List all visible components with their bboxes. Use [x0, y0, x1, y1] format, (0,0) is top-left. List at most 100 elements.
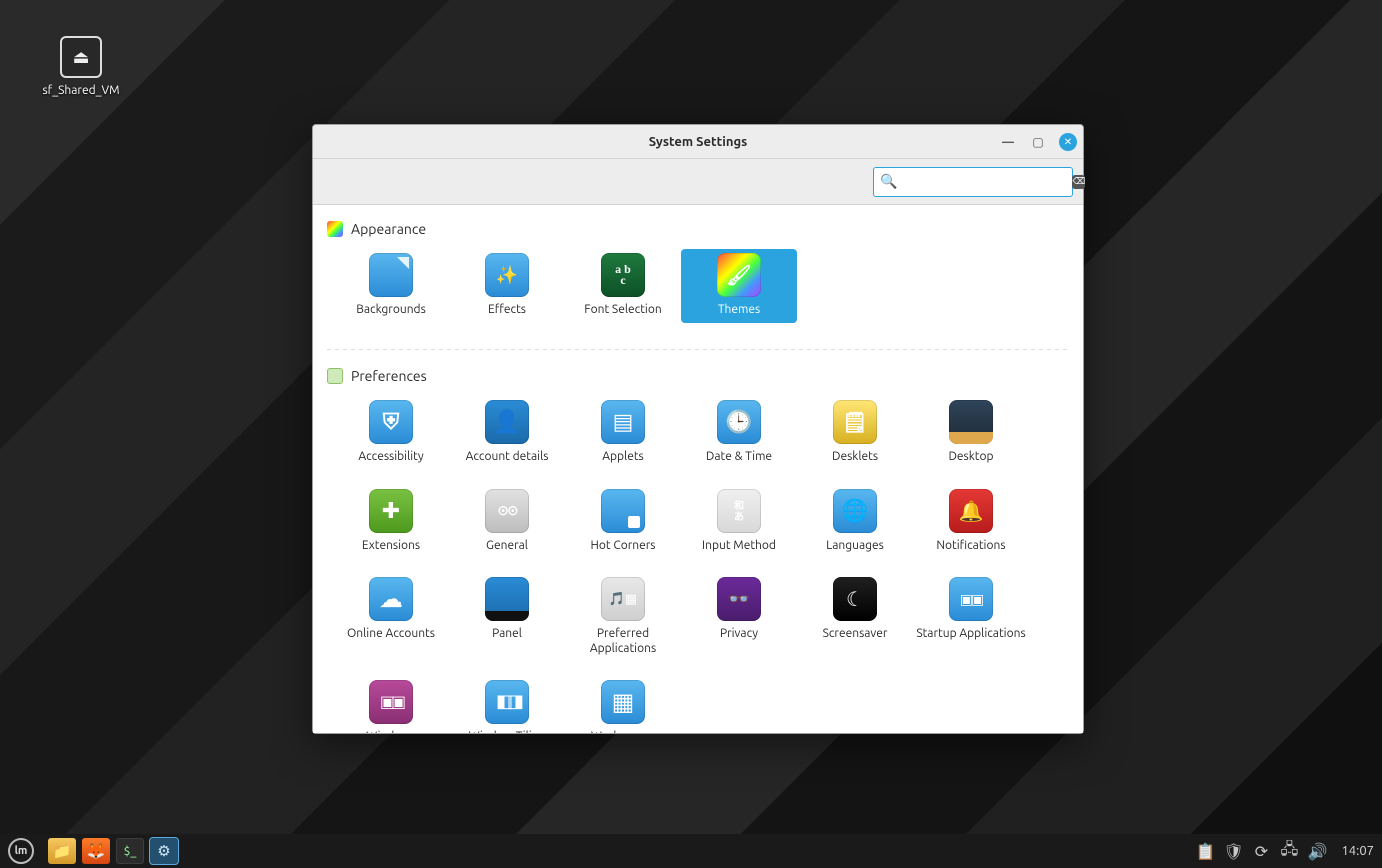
item-label: Notifications [915, 539, 1027, 553]
item-panel[interactable]: Panel [449, 573, 565, 662]
item-accessibility[interactable]: Accessibility [333, 396, 449, 470]
input-method-icon [717, 489, 761, 533]
item-label: Desktop [915, 450, 1027, 464]
item-label: Startup Applications [915, 627, 1027, 641]
item-label: Backgrounds [335, 303, 447, 317]
backgrounds-icon [369, 253, 413, 297]
item-font-selection[interactable]: Font Selection [565, 249, 681, 323]
window-tiling-icon [485, 680, 529, 724]
general-icon [485, 489, 529, 533]
item-label: Window Tiling [451, 730, 563, 733]
windows-icon [369, 680, 413, 724]
extensions-icon [369, 489, 413, 533]
window-close-button[interactable] [1059, 133, 1077, 151]
preferred-apps-icon [601, 577, 645, 621]
section-divider [327, 349, 1069, 350]
item-label: Font Selection [567, 303, 679, 317]
item-label: Effects [451, 303, 563, 317]
applets-icon [601, 400, 645, 444]
window-titlebar[interactable]: System Settings [313, 125, 1083, 159]
desktop-icon-label: sf_Shared_VM [38, 84, 124, 97]
item-label: Windows [335, 730, 447, 733]
notifications-icon [949, 489, 993, 533]
tray-updates-icon[interactable]: ⟳ [1253, 843, 1269, 859]
effects-icon [485, 253, 529, 297]
item-desktop[interactable]: Desktop [913, 396, 1029, 470]
item-window-tiling[interactable]: Window Tiling [449, 676, 565, 733]
taskbar: lm 📁 🦊 $_ ⚙ 📋 🛡 ⟳ 🖧 🔊 14:07 [0, 834, 1382, 868]
themes-icon [717, 253, 761, 297]
tray-network-icon[interactable]: 🖧 [1281, 843, 1297, 859]
item-label: Workspaces [567, 730, 679, 733]
item-languages[interactable]: Languages [797, 485, 913, 559]
item-account-details[interactable]: Account details [449, 396, 565, 470]
item-label: Online Accounts [335, 627, 447, 641]
item-workspaces[interactable]: Workspaces [565, 676, 681, 733]
panel-icon [485, 577, 529, 621]
item-preferred-applications[interactable]: Preferred Applications [565, 573, 681, 662]
item-desklets[interactable]: Desklets [797, 396, 913, 470]
item-extensions[interactable]: Extensions [333, 485, 449, 559]
item-label: Privacy [683, 627, 795, 641]
taskbar-clock[interactable]: 14:07 [1341, 844, 1374, 858]
search-input[interactable] [901, 175, 1072, 189]
item-label: Applets [567, 450, 679, 464]
item-input-method[interactable]: Input Method [681, 485, 797, 559]
item-label: Input Method [683, 539, 795, 553]
item-screensaver[interactable]: Screensaver [797, 573, 913, 662]
item-hot-corners[interactable]: Hot Corners [565, 485, 681, 559]
font-selection-icon [601, 253, 645, 297]
window-minimize-button[interactable] [999, 133, 1017, 151]
item-label: Preferred Applications [567, 627, 679, 656]
section-header-appearance: Appearance [313, 209, 1083, 243]
item-label: Desklets [799, 450, 911, 464]
tray-clipboard-icon[interactable]: 📋 [1197, 843, 1213, 859]
settings-content: Appearance Backgrounds Effects Font Sele… [313, 205, 1083, 733]
item-label: Languages [799, 539, 911, 553]
item-label: Accessibility [335, 450, 447, 464]
item-windows[interactable]: Windows [333, 676, 449, 733]
item-effects[interactable]: Effects [449, 249, 565, 323]
item-backgrounds[interactable]: Backgrounds [333, 249, 449, 323]
online-accounts-icon [369, 577, 413, 621]
account-icon [485, 400, 529, 444]
window-title: System Settings [649, 135, 748, 149]
item-date-time[interactable]: Date & Time [681, 396, 797, 470]
item-label: Screensaver [799, 627, 911, 641]
taskbar-files-icon[interactable]: 📁 [48, 838, 76, 864]
drive-eject-icon [60, 36, 102, 78]
section-title-appearance: Appearance [351, 221, 426, 237]
search-box[interactable]: 🔍 ⌫ [873, 167, 1073, 197]
search-clear-button[interactable]: ⌫ [1072, 175, 1085, 189]
item-applets[interactable]: Applets [565, 396, 681, 470]
item-notifications[interactable]: Notifications [913, 485, 1029, 559]
item-label: Date & Time [683, 450, 795, 464]
item-online-accounts[interactable]: Online Accounts [333, 573, 449, 662]
desktop-icon-shared-vm[interactable]: sf_Shared_VM [38, 36, 124, 97]
search-icon: 🔍 [880, 173, 897, 190]
item-general[interactable]: General [449, 485, 565, 559]
tray-volume-icon[interactable]: 🔊 [1309, 843, 1325, 859]
window-maximize-button[interactable] [1029, 133, 1047, 151]
preferences-category-icon [327, 368, 343, 384]
item-privacy[interactable]: Privacy [681, 573, 797, 662]
workspaces-icon [601, 680, 645, 724]
taskbar-terminal-icon[interactable]: $_ [116, 838, 144, 864]
tray-shield-icon[interactable]: 🛡 [1225, 843, 1241, 859]
screensaver-icon [833, 577, 877, 621]
item-label: Panel [451, 627, 563, 641]
taskbar-settings-icon[interactable]: ⚙ [150, 838, 178, 864]
clock-icon [717, 400, 761, 444]
item-label: Themes [683, 303, 795, 317]
system-settings-window: System Settings 🔍 ⌫ Appearance Backgroun… [312, 124, 1084, 734]
appearance-category-icon [327, 221, 343, 237]
start-menu-button[interactable]: lm [8, 838, 34, 864]
startup-icon [949, 577, 993, 621]
languages-icon [833, 489, 877, 533]
item-label: Hot Corners [567, 539, 679, 553]
item-themes[interactable]: Themes [681, 249, 797, 323]
desklets-icon [833, 400, 877, 444]
taskbar-firefox-icon[interactable]: 🦊 [82, 838, 110, 864]
hot-corners-icon [601, 489, 645, 533]
item-startup-applications[interactable]: Startup Applications [913, 573, 1029, 662]
